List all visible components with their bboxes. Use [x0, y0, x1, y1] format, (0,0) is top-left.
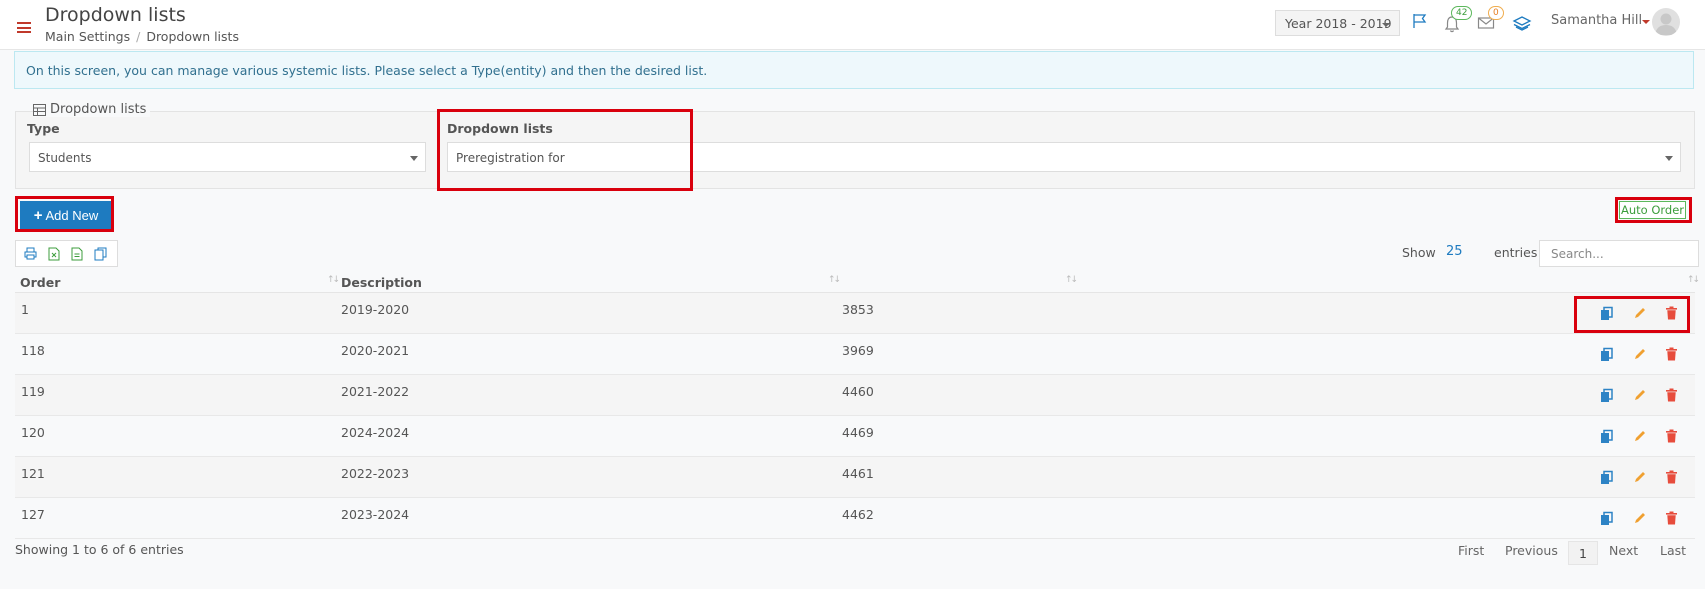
cell-description: 2022-2023	[341, 466, 410, 481]
year-select[interactable]: Year 2018 - 2019	[1275, 10, 1400, 36]
pager-previous[interactable]: Previous	[1505, 543, 1558, 558]
cell-code: 3853	[842, 302, 874, 317]
column-header-order[interactable]: Order	[20, 275, 60, 290]
table-info: Showing 1 to 6 of 6 entries	[15, 542, 184, 557]
chevron-down-icon	[410, 156, 418, 161]
top-header: Dropdown lists Main Settings / Dropdown li…	[0, 0, 1705, 50]
cell-description: 2019-2020	[341, 302, 410, 317]
messages-badge: 0	[1488, 6, 1504, 20]
cell-code: 4461	[842, 466, 874, 481]
flag-icon[interactable]	[1411, 12, 1433, 34]
highlight-row-actions	[1574, 296, 1690, 333]
pager-current[interactable]: 1	[1568, 541, 1598, 565]
cell-description: 2021-2022	[341, 384, 410, 399]
table-row: 127 2023-2024 4462	[15, 498, 1695, 539]
pencil-icon[interactable]	[1633, 347, 1649, 363]
layers-icon[interactable]	[1512, 12, 1534, 34]
table-row: 120 2024-2024 4469	[15, 416, 1695, 457]
highlight-auto-order	[1615, 197, 1692, 223]
copy-icon[interactable]	[1600, 388, 1616, 404]
type-select[interactable]: Students	[29, 142, 426, 172]
sort-icon[interactable]: ↑↓	[327, 275, 340, 285]
breadcrumb-current: Dropdown lists	[146, 29, 239, 44]
filters-legend-text: Dropdown lists	[50, 102, 147, 117]
sort-icon[interactable]: ↑↓	[1687, 275, 1700, 285]
table-row: 1 2019-2020 3853	[15, 293, 1695, 334]
search-input[interactable]	[1539, 240, 1699, 267]
breadcrumb: Main Settings / Dropdown lists	[45, 29, 239, 44]
trash-icon[interactable]	[1665, 511, 1681, 527]
table-row: 121 2022-2023 4461	[15, 457, 1695, 498]
table-header: Order ↑↓ Description ↑↓ ↑↓ ↑↓	[15, 272, 1700, 293]
cell-code: 4469	[842, 425, 874, 440]
copy-icon[interactable]	[1600, 470, 1616, 486]
trash-icon[interactable]	[1665, 347, 1681, 363]
page-length-select[interactable]: 25	[1446, 244, 1463, 259]
pencil-icon[interactable]	[1633, 388, 1649, 404]
copy-icon[interactable]	[1600, 429, 1616, 445]
filters-legend: Dropdown lists	[33, 102, 151, 117]
cell-description: 2024-2024	[341, 425, 410, 440]
sort-icon[interactable]: ↑↓	[828, 275, 841, 285]
trash-icon[interactable]	[1665, 388, 1681, 404]
cell-code: 4462	[842, 507, 874, 522]
cell-order: 1	[21, 302, 29, 317]
pager-last[interactable]: Last	[1660, 543, 1686, 558]
user-name[interactable]: Samantha Hill	[1551, 13, 1642, 28]
cell-order: 119	[21, 384, 45, 399]
info-alert: On this screen, you can manage various s…	[14, 51, 1694, 89]
table-row: 118 2020-2021 3969	[15, 334, 1695, 375]
csv-icon[interactable]	[70, 246, 85, 262]
pencil-icon[interactable]	[1633, 429, 1649, 445]
show-label: Show	[1402, 245, 1436, 260]
export-buttons	[15, 240, 118, 267]
trash-icon[interactable]	[1665, 470, 1681, 486]
table-icon	[33, 103, 46, 116]
copy-icon[interactable]	[1600, 347, 1616, 363]
copy-icon[interactable]	[94, 246, 109, 262]
chevron-down-icon	[1382, 23, 1390, 27]
cell-order: 118	[21, 343, 45, 358]
avatar[interactable]	[1652, 8, 1680, 36]
cell-order: 127	[21, 507, 45, 522]
type-select-value: Students	[38, 151, 92, 165]
pencil-icon[interactable]	[1633, 511, 1649, 527]
print-icon[interactable]	[23, 246, 38, 262]
highlight-add-new	[15, 196, 114, 232]
cell-description: 2020-2021	[341, 343, 410, 358]
breadcrumb-main-settings[interactable]: Main Settings	[45, 29, 130, 44]
pencil-icon[interactable]	[1633, 470, 1649, 486]
cell-order: 120	[21, 425, 45, 440]
pager-next[interactable]: Next	[1609, 543, 1638, 558]
cell-code: 4460	[842, 384, 874, 399]
cell-description: 2023-2024	[341, 507, 410, 522]
chevron-down-icon	[1665, 156, 1673, 161]
sort-icon[interactable]: ↑↓	[1065, 275, 1078, 285]
trash-icon[interactable]	[1665, 429, 1681, 445]
column-header-description[interactable]: Description	[341, 275, 422, 290]
user-menu-caret-icon[interactable]	[1642, 20, 1650, 24]
hamburger-icon[interactable]	[17, 22, 31, 33]
table-row: 119 2021-2022 4460	[15, 375, 1695, 416]
copy-icon[interactable]	[1600, 511, 1616, 527]
pager-first[interactable]: First	[1458, 543, 1484, 558]
highlight-dropdown-list	[437, 109, 693, 191]
entries-label: entries	[1494, 245, 1538, 260]
notifications-badge: 42	[1451, 6, 1473, 20]
excel-icon[interactable]	[47, 246, 62, 262]
cell-order: 121	[21, 466, 45, 481]
cell-code: 3969	[842, 343, 874, 358]
type-label: Type	[27, 121, 60, 136]
year-select-value: Year 2018 - 2019	[1285, 16, 1392, 31]
page-title: Dropdown lists	[45, 4, 186, 26]
